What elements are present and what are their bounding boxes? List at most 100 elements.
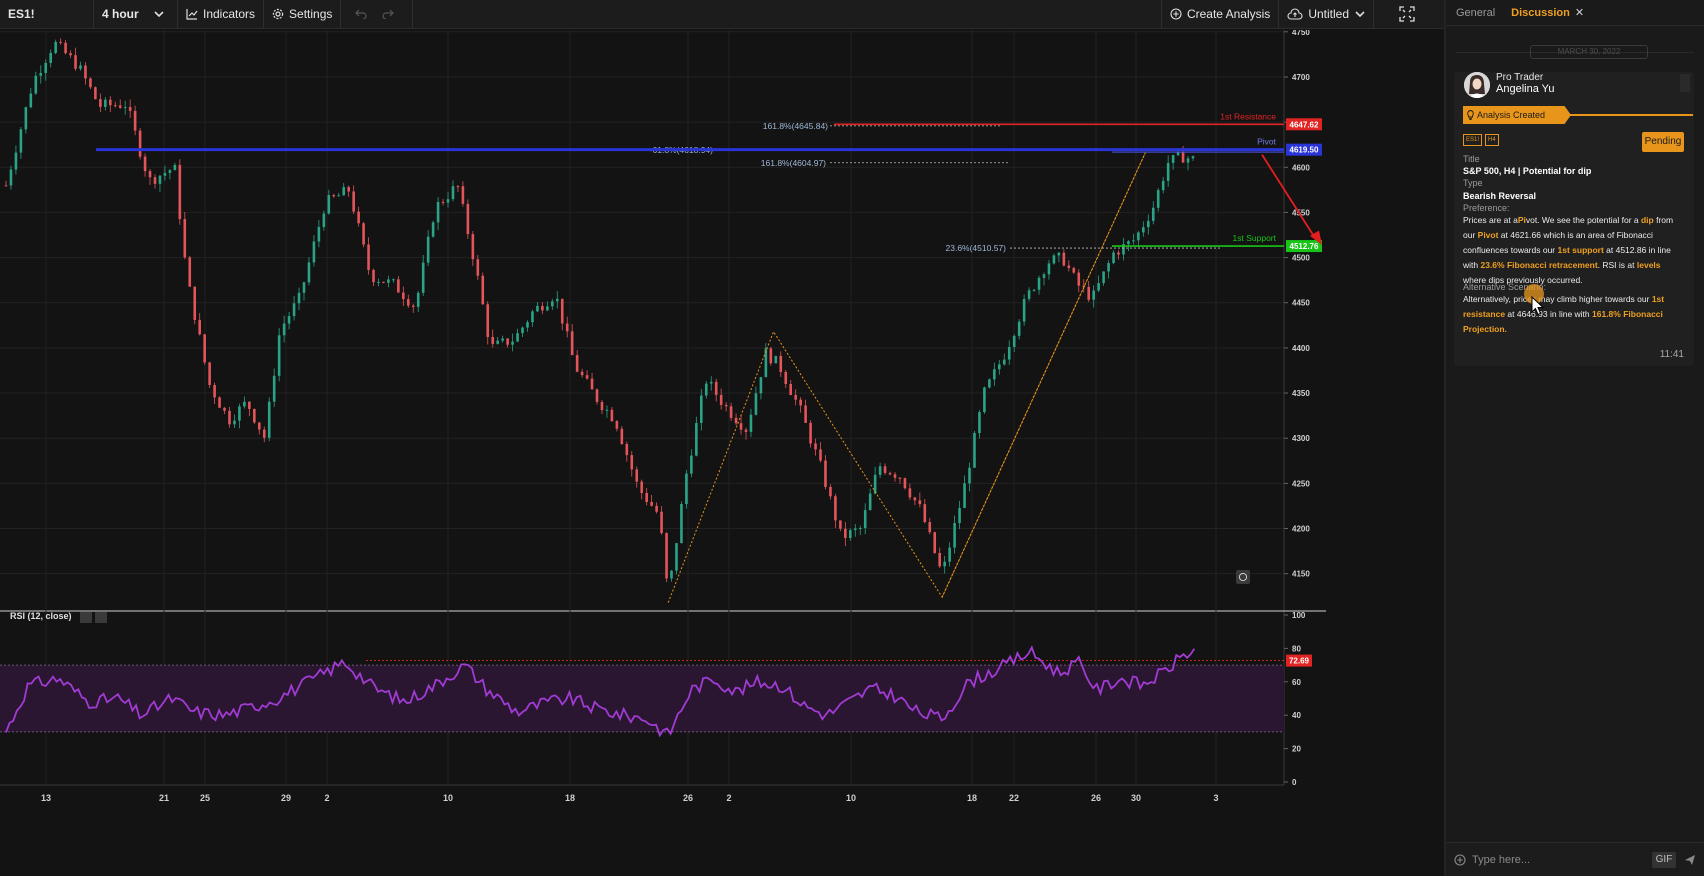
time-tick-label: 26 [683,793,693,803]
candle-body [814,443,817,450]
candle-body [163,172,167,176]
status-badge[interactable]: Pending [1642,132,1684,152]
candle-body [978,412,981,434]
candle-body [193,286,197,320]
price-tick-label: 4750 [1292,30,1310,37]
candle-body [675,543,678,571]
chart-area[interactable]: 13 21 25 29 2 10 18 26 2 10 18 22 26 30 3 4150 4200 4250 4… [0,30,1444,876]
candle-body [392,279,395,281]
preference-segment: Pi [1517,215,1526,225]
candle-body [1062,252,1066,266]
candle-body [367,244,370,270]
candle-body [327,195,331,214]
settings-button[interactable]: Settings [264,0,342,29]
message-composer: GIF [1446,842,1704,876]
candle-body [297,292,301,304]
candle-body [759,377,763,394]
price-tick-label: 4500 [1292,254,1310,263]
candle-body [1102,271,1105,284]
candle-body [89,78,92,88]
pivot-price-value: 4619.50 [1290,146,1319,155]
candle-body [1052,255,1056,264]
candle-body [680,504,683,544]
candle-body [526,322,529,328]
candle-body [426,236,430,263]
candle-body [491,336,495,344]
candle-body [863,510,867,529]
candle-body [118,105,122,108]
candle-body [292,303,296,317]
candle-body [580,371,584,376]
tab-discussion[interactable]: Discussion ✕ [1511,6,1584,19]
rsi-tick-label: 20 [1292,745,1301,754]
timeframe-select[interactable]: 4 hour [94,0,178,29]
avatar[interactable] [1464,72,1490,98]
indicators-button[interactable]: Indicators [178,0,265,29]
candle-body [168,170,172,173]
candle-body [29,93,33,108]
candle-body [372,269,375,283]
mouse-cursor-icon [1531,296,1545,316]
time-tick-label: 18 [565,793,575,803]
rsi-settings-icon[interactable] [80,612,92,623]
candle-body [928,522,932,533]
candle-body [1087,286,1090,300]
more-options-icon[interactable] [1680,74,1690,92]
author-name[interactable]: Angelina Yu [1496,83,1555,95]
preference-segment: levels [1636,260,1661,270]
candle-body [839,520,842,529]
candle-body [416,292,420,307]
layout-select[interactable]: Untitled [1279,0,1374,29]
candle-body [744,429,748,432]
candle-body [208,362,211,386]
rsi-tick-label: 0 [1292,778,1297,787]
price-tick-label: 4350 [1292,389,1310,398]
add-icon[interactable] [1454,853,1466,866]
candle-body [253,408,256,423]
time-tick-label: 18 [967,793,977,803]
lightbulb-marker [1236,570,1250,584]
candle-body [1007,346,1011,360]
preference-text: Prices are at aPivot. We see the potenti… [1463,213,1683,288]
rsi-delete-icon[interactable] [95,612,107,623]
tab-general[interactable]: General [1456,7,1495,19]
candle-body [1037,277,1041,290]
time-tick-label: 2 [324,793,329,803]
candle-body [585,375,589,379]
candle-body [630,455,634,470]
candle-body [516,333,519,342]
support-label: 1st Support [1233,233,1277,243]
candle-body [1151,207,1155,221]
candle-body [352,191,355,212]
send-icon[interactable] [1684,854,1696,866]
redo-icon[interactable] [382,9,394,19]
discussion-panel: General Discussion ✕ MARCH 30, 2022 Pro T… [1446,0,1704,876]
create-analysis-button[interactable]: Create Analysis [1162,0,1280,29]
candle-body [1012,335,1016,347]
undo-redo-group [341,0,414,29]
candle-body [784,371,788,385]
close-icon[interactable]: ✕ [1575,7,1584,19]
candle-body [64,42,67,54]
alt-segment: Alternatively, prices may climb higher t… [1463,294,1652,304]
candle-body [471,234,475,260]
undo-icon[interactable] [354,9,367,19]
gif-button[interactable]: GIF [1652,851,1676,868]
fullscreen-button[interactable] [1374,0,1444,29]
symbol-search[interactable]: ES1! [0,0,94,29]
candle-body [719,394,723,405]
candle-body [551,301,554,307]
settings-label: Settings [289,7,333,21]
candle-body [466,203,470,235]
candle-body [451,186,455,200]
message-input[interactable] [1472,853,1652,866]
candle-body [1132,240,1135,242]
candle-body [1171,155,1175,164]
candle-body [933,532,937,553]
price-chart[interactable]: 13 21 25 29 2 10 18 26 2 10 18 22 26 30 3 4150 4200 4250 4… [0,30,1444,876]
candle-body [69,53,72,56]
candle-body [481,275,485,305]
candle-body [173,164,177,171]
candle-body [824,460,827,487]
candle-body [570,331,574,356]
